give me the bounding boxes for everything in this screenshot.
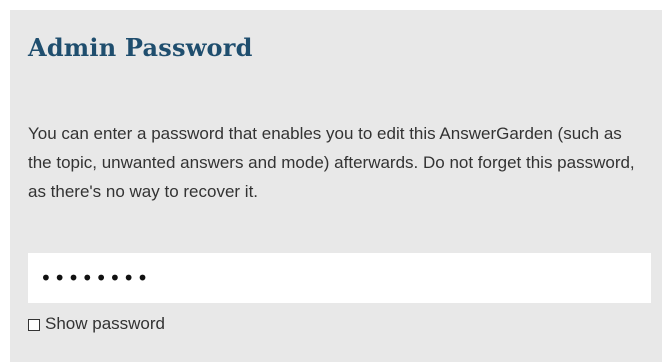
- show-password-toggle[interactable]: Show password: [28, 313, 165, 335]
- show-password-checkbox[interactable]: [28, 319, 40, 331]
- admin-password-panel: Admin Password You can enter a password …: [10, 10, 662, 362]
- password-description: You can enter a password that enables yo…: [28, 124, 635, 201]
- password-input[interactable]: [28, 253, 651, 303]
- section-title: Admin Password: [28, 33, 253, 62]
- show-password-label: Show password: [45, 314, 166, 333]
